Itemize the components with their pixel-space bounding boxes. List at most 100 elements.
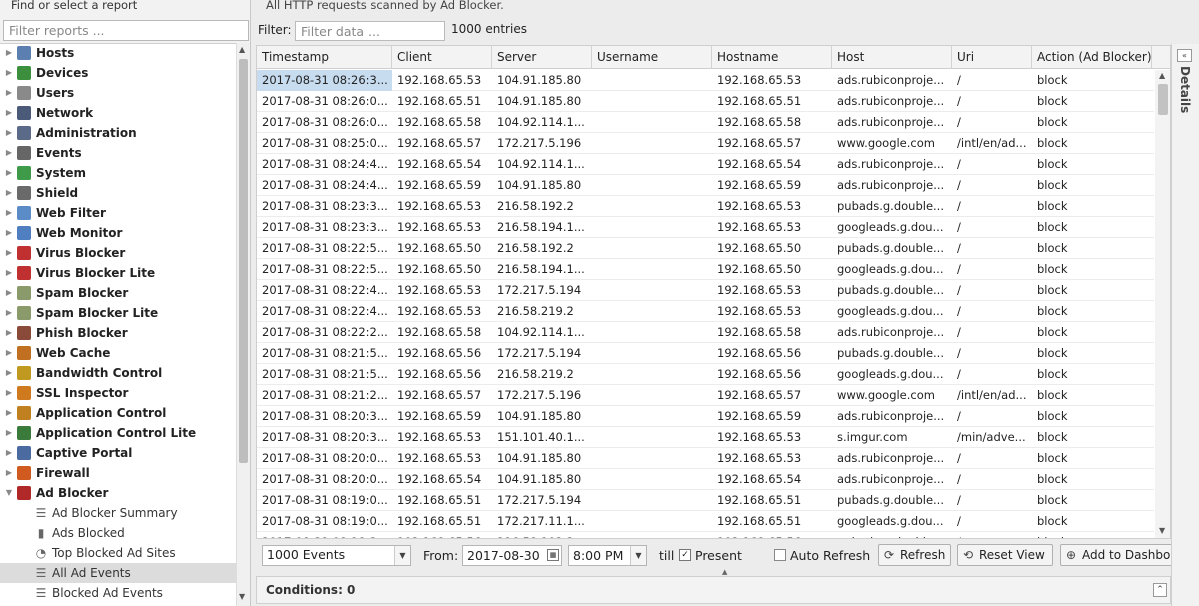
column-header-host[interactable]: Host	[832, 46, 952, 69]
tree-category-web-cache[interactable]: ▶ Web Cache	[0, 343, 236, 363]
table-row[interactable]: 2017-08-31 08:24:4... 192.168.65.54 104.92…	[257, 154, 1154, 175]
table-row[interactable]: 2017-08-31 08:18:3...192.168.65.56216.58…	[257, 532, 1154, 538]
table-row[interactable]: 2017-08-31 08:20:3... 192.168.65.53 151.10…	[257, 427, 1154, 448]
collapsed-icon[interactable]: ▶	[4, 463, 14, 483]
tree-report-ads-blocked[interactable]: ▮ Ads Blocked	[0, 523, 236, 543]
tree-category-application-control-lite[interactable]: ▶ Application Control Lite	[0, 423, 236, 443]
calendar-icon[interactable]: ▦	[547, 549, 559, 561]
tree-report-blocked-ad-events[interactable]: ☰ Blocked Ad Events	[0, 583, 236, 603]
collapsed-icon[interactable]: ▶	[4, 363, 14, 383]
tree-category-users[interactable]: ▶ Users	[0, 83, 236, 103]
tree-category-system[interactable]: ▶ System	[0, 163, 236, 183]
auto-refresh-checkbox[interactable]	[774, 549, 786, 561]
table-row[interactable]: 2017-08-31 08:20:0... 192.168.65.53 104.91…	[257, 448, 1154, 469]
collapsed-icon[interactable]: ▶	[4, 203, 14, 223]
table-row[interactable]: 2017-08-31 08:20:3... 192.168.65.59 104.91…	[257, 406, 1154, 427]
events-limit-select[interactable]: 1000 Events ▼	[262, 545, 411, 566]
tree-category-firewall[interactable]: ▶ Firewall	[0, 463, 236, 483]
details-panel[interactable]: « Details	[1171, 44, 1199, 606]
tree-report-all-ad-events[interactable]: ☰ All Ad Events	[0, 563, 236, 583]
collapsed-icon[interactable]: ▶	[4, 103, 14, 123]
tree-category-virus-blocker[interactable]: ▶ Virus Blocker	[0, 243, 236, 263]
table-row[interactable]: 2017-08-31 08:26:3... 192.168.65.53 104.91…	[257, 70, 1154, 91]
tree-category-phish-blocker[interactable]: ▶ Phish Blocker	[0, 323, 236, 343]
table-row[interactable]: 2017-08-31 08:21:5... 192.168.65.56 216.58…	[257, 364, 1154, 385]
collapsed-icon[interactable]: ▶	[4, 223, 14, 243]
column-header-timestamp[interactable]: Timestamp	[257, 46, 392, 69]
scroll-down-icon[interactable]: ▼	[1159, 526, 1165, 535]
collapsed-icon[interactable]: ▶	[4, 343, 14, 363]
collapsed-icon[interactable]: ▶	[4, 183, 14, 203]
table-row[interactable]: 2017-08-31 08:21:5... 192.168.65.56 172.21…	[257, 343, 1154, 364]
tree-category-events[interactable]: ▶ Events	[0, 143, 236, 163]
collapsed-icon[interactable]: ▶	[4, 403, 14, 423]
collapsed-icon[interactable]: ▶	[4, 123, 14, 143]
scroll-up-icon[interactable]: ▲	[239, 45, 245, 54]
expand-up-icon[interactable]: ⌃	[1153, 583, 1167, 597]
collapsed-icon[interactable]: ▶	[4, 383, 14, 403]
scroll-up-icon[interactable]: ▲	[1159, 71, 1165, 80]
tree-category-spam-blocker-lite[interactable]: ▶ Spam Blocker Lite	[0, 303, 236, 323]
tree-category-captive-portal[interactable]: ▶ Captive Portal	[0, 443, 236, 463]
collapsed-icon[interactable]: ▶	[4, 263, 14, 283]
collapsed-icon[interactable]: ▶	[4, 423, 14, 443]
table-row[interactable]: 2017-08-31 08:19:0... 192.168.65.51 172.21…	[257, 490, 1154, 511]
collapse-handle-icon[interactable]: ▲	[722, 569, 732, 576]
tree-category-application-control[interactable]: ▶ Application Control	[0, 403, 236, 423]
chevron-down-icon[interactable]: ▼	[394, 546, 410, 565]
table-row[interactable]: 2017-08-31 08:25:0... 192.168.65.57 172.21…	[257, 133, 1154, 154]
collapsed-icon[interactable]: ▶	[4, 83, 14, 103]
table-row[interactable]: 2017-08-31 08:22:4... 192.168.65.53 216.58…	[257, 301, 1154, 322]
grid-scroll-thumb[interactable]	[1158, 84, 1168, 115]
column-header-client[interactable]: Client	[392, 46, 492, 69]
collapsed-icon[interactable]: ▶	[4, 243, 14, 263]
table-row[interactable]: 2017-08-31 08:19:0... 192.168.65.51 172.21…	[257, 511, 1154, 532]
expanded-icon[interactable]: ▼	[4, 483, 14, 503]
tree-category-spam-blocker[interactable]: ▶ Spam Blocker	[0, 283, 236, 303]
column-header-username[interactable]: Username	[592, 46, 712, 69]
collapsed-icon[interactable]: ▶	[4, 283, 14, 303]
tree-category-virus-blocker-lite[interactable]: ▶ Virus Blocker Lite	[0, 263, 236, 283]
collapsed-icon[interactable]: ▶	[4, 303, 14, 323]
collapsed-icon[interactable]: ▶	[4, 323, 14, 343]
filter-data-input[interactable]	[295, 21, 445, 41]
tree-category-network[interactable]: ▶ Network	[0, 103, 236, 123]
collapsed-icon[interactable]: ▶	[4, 443, 14, 463]
expand-left-icon[interactable]: «	[1177, 49, 1192, 62]
tree-category-ad-blocker[interactable]: ▼ Ad Blocker	[0, 483, 236, 503]
collapsed-icon[interactable]: ▶	[4, 43, 14, 63]
table-row[interactable]: 2017-08-31 08:23:3... 192.168.65.53 216.58…	[257, 217, 1154, 238]
tree-category-administration[interactable]: ▶ Administration	[0, 123, 236, 143]
tree-category-bandwidth-control[interactable]: ▶ Bandwidth Control	[0, 363, 236, 383]
table-row[interactable]: 2017-08-31 08:24:4... 192.168.65.59 104.91…	[257, 175, 1154, 196]
table-row[interactable]: 2017-08-31 08:22:5... 192.168.65.50 216.58…	[257, 259, 1154, 280]
scroll-down-icon[interactable]: ▼	[239, 592, 245, 601]
tree-report-ad-blocker-summary[interactable]: ☰ Ad Blocker Summary	[0, 503, 236, 523]
table-row[interactable]: 2017-08-31 08:22:4... 192.168.65.53 172.21…	[257, 280, 1154, 301]
tree-category-devices[interactable]: ▶ Devices	[0, 63, 236, 83]
table-row[interactable]: 2017-08-31 08:26:0... 192.168.65.58 104.92…	[257, 112, 1154, 133]
collapsed-icon[interactable]: ▶	[4, 63, 14, 83]
tree-category-web-monitor[interactable]: ▶ Web Monitor	[0, 223, 236, 243]
tree-category-ssl-inspector[interactable]: ▶ SSL Inspector	[0, 383, 236, 403]
grid-scrollbar[interactable]: ▲ ▼	[1155, 70, 1170, 538]
collapsed-icon[interactable]: ▶	[4, 163, 14, 183]
filter-reports-input[interactable]	[3, 20, 249, 41]
table-row[interactable]: 2017-08-31 08:22:2... 192.168.65.58 104.92…	[257, 322, 1154, 343]
table-row[interactable]: 2017-08-31 08:26:0... 192.168.65.51 104.91…	[257, 91, 1154, 112]
from-time-select[interactable]: 8:00 PM ▼	[568, 545, 647, 566]
from-date-field[interactable]: 2017-08-30 ▦	[462, 545, 562, 566]
table-row[interactable]: 2017-08-31 08:23:3... 192.168.65.53 216.58…	[257, 196, 1154, 217]
tree-category-hosts[interactable]: ▶ Hosts	[0, 43, 236, 63]
column-header-server[interactable]: Server	[492, 46, 592, 69]
tree-category-shield[interactable]: ▶ Shield	[0, 183, 236, 203]
conditions-panel[interactable]: Conditions: 0 ⌃	[256, 576, 1171, 604]
table-row[interactable]: 2017-08-31 08:22:5... 192.168.65.50 216.58…	[257, 238, 1154, 259]
refresh-button[interactable]: ⟳ Refresh	[878, 544, 951, 566]
present-checkbox[interactable]: ✓	[679, 549, 691, 561]
column-header-action-ad-blocker[interactable]: Action (Ad Blocker)	[1032, 46, 1152, 69]
reset-view-button[interactable]: ⟲ Reset View	[957, 544, 1053, 566]
column-header-hostname[interactable]: Hostname	[712, 46, 832, 69]
report-tree-scrollbar[interactable]: ▲ ▼	[236, 43, 250, 606]
table-row[interactable]: 2017-08-31 08:21:2... 192.168.65.57 172.21…	[257, 385, 1154, 406]
